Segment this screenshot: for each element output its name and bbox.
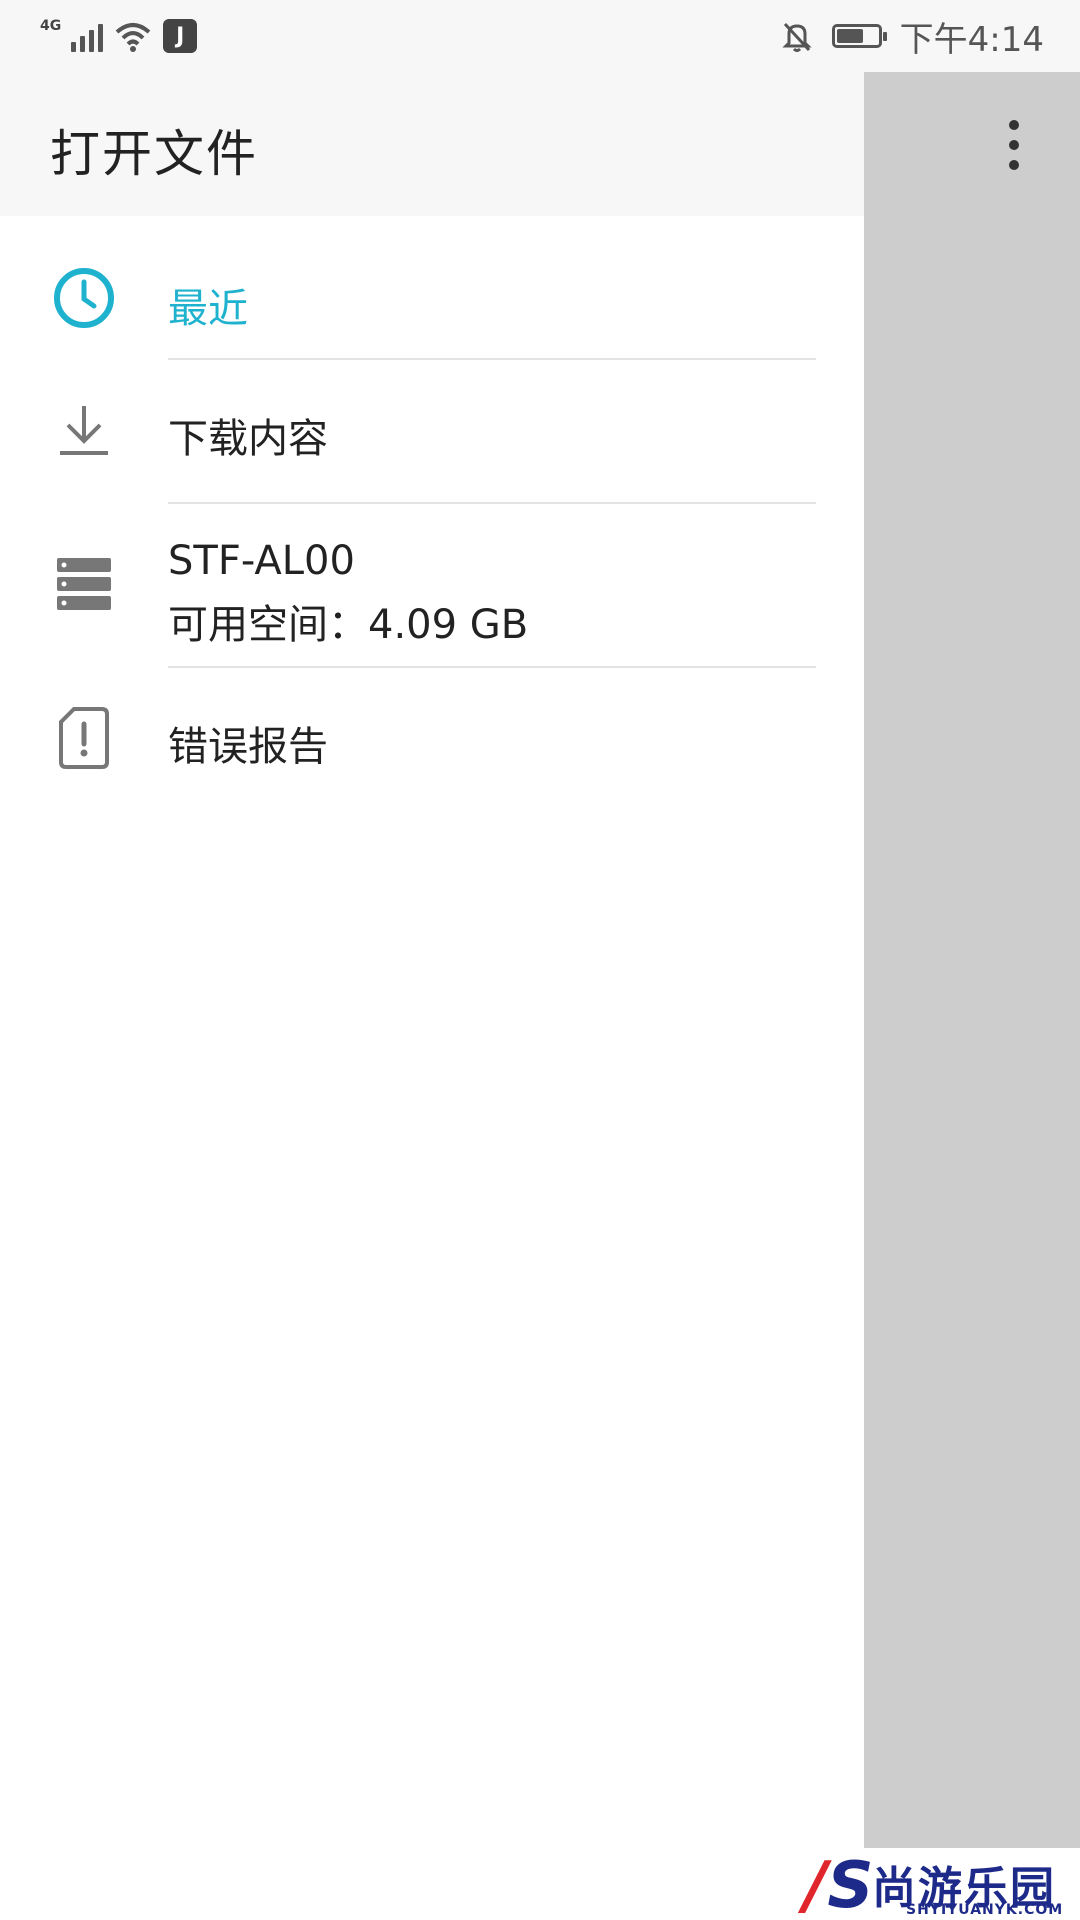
storage-icon: [50, 550, 118, 618]
drawer-scrim[interactable]: [864, 72, 1080, 1848]
download-icon: [50, 396, 118, 464]
wifi-icon: [115, 23, 151, 52]
status-right: 下午4:14: [780, 14, 1044, 60]
clock-time: 下午4:14: [899, 19, 1044, 60]
drawer-item-bug-report[interactable]: 错误报告: [0, 668, 864, 808]
signal-icon: [71, 20, 104, 52]
drawer-item-storage[interactable]: STF-AL00 可用空间：4.09 GB: [0, 504, 864, 668]
mute-notification-icon: [782, 22, 812, 52]
clock-icon: [50, 264, 118, 332]
drawer-item-label: 最近: [168, 286, 248, 332]
drawer-item-label: 下载内容: [168, 416, 328, 462]
status-left: 4G J: [40, 14, 198, 58]
app-badge-icon: J: [163, 19, 198, 53]
navigation-drawer: 最近 下载内容 STF-AL00 可用空间：4.09 GB 错误报告: [0, 216, 864, 1920]
site-watermark: /S 尚游乐园 SHYIYUANYK.COM: [800, 1848, 1080, 1920]
drawer-item-label: 错误报告: [168, 724, 328, 770]
storage-device-name: STF-AL00: [168, 538, 355, 584]
screen: 4G J 下午4:14 打开文件 最近 下载内容 STF-AL00 可用空间：4…: [0, 0, 1080, 1920]
drawer-item-recent[interactable]: 最近: [0, 246, 864, 356]
watermark-subtitle: SHYIYUANYK.COM: [906, 1902, 1064, 1918]
bug-report-icon: [50, 704, 118, 772]
more-vert-icon[interactable]: [984, 105, 1044, 185]
page-title: 打开文件: [50, 125, 258, 183]
network-type: 4G: [40, 18, 62, 34]
battery-icon: [831, 24, 887, 48]
drawer-item-downloads[interactable]: 下载内容: [0, 360, 864, 500]
storage-free-space: 可用空间：4.09 GB: [168, 602, 529, 648]
status-bar: 4G J 下午4:14: [0, 0, 1080, 72]
watermark-logo: /S: [804, 1849, 874, 1920]
